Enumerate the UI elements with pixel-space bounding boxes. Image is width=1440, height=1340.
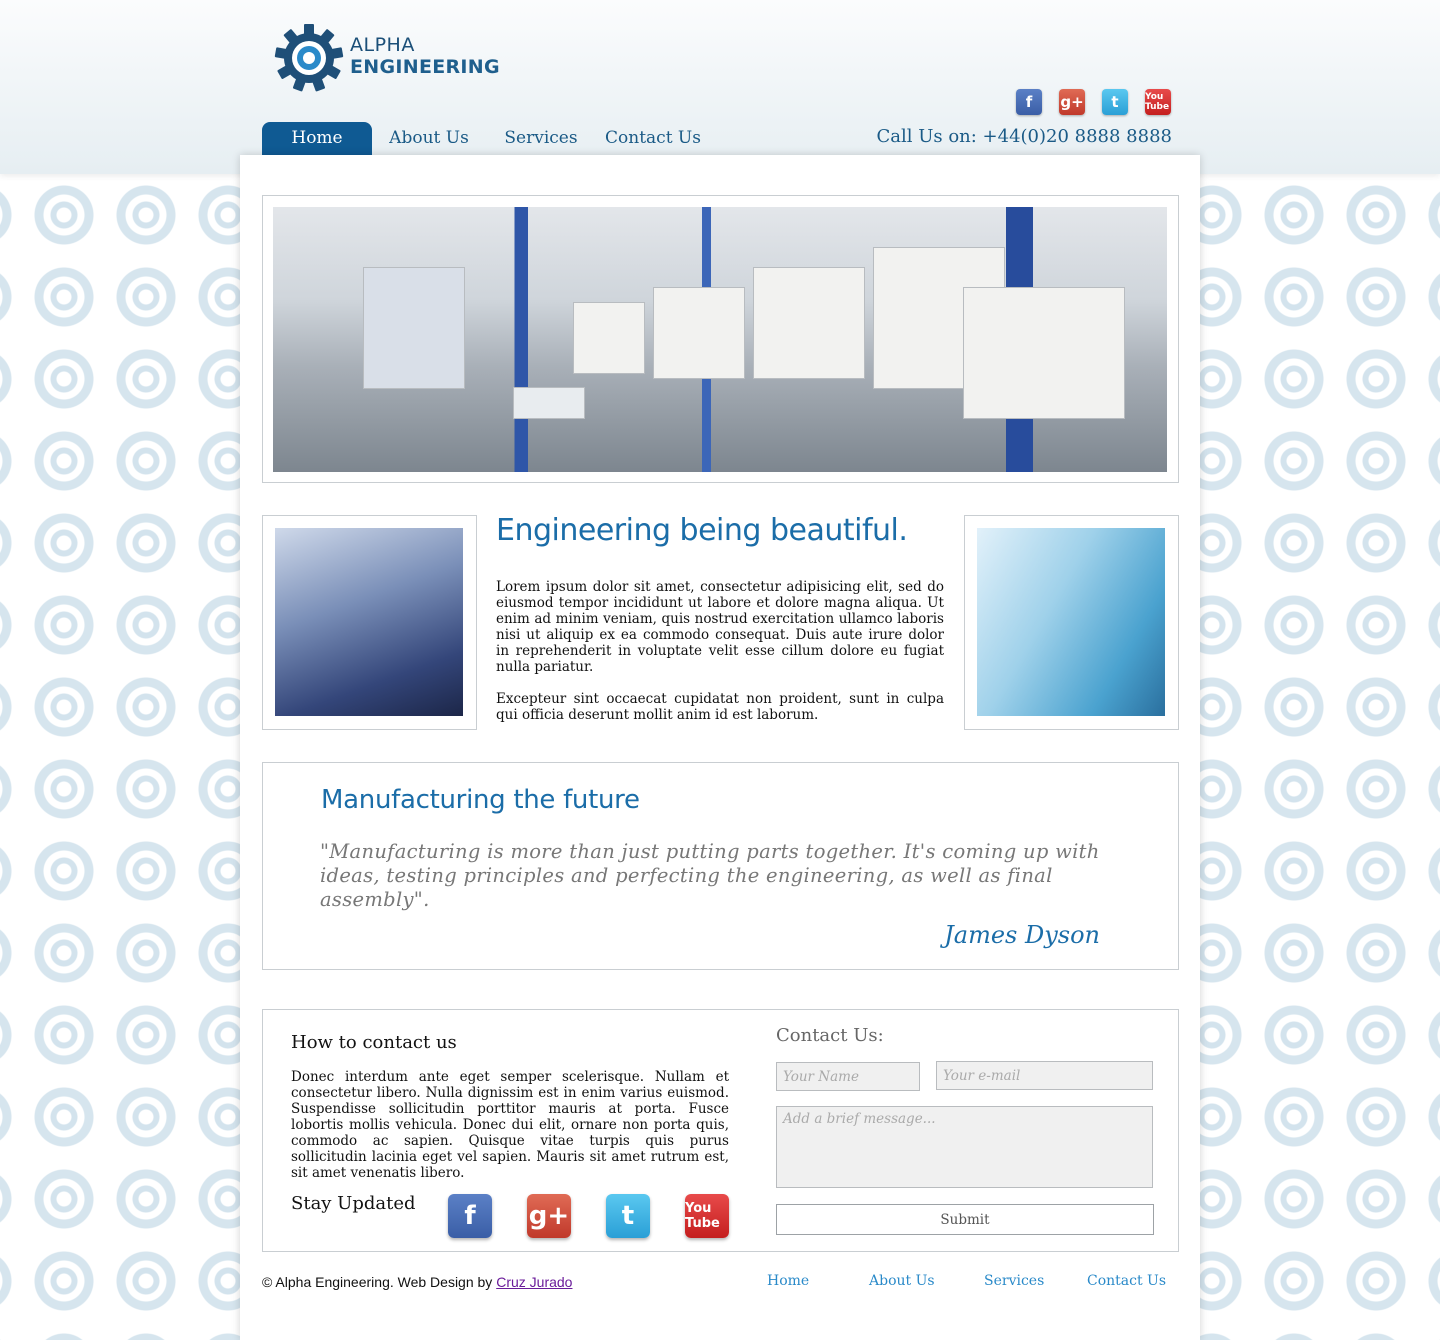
nav-home[interactable]: Home	[262, 122, 372, 155]
designer-link[interactable]: Cruz Jurado	[496, 1274, 572, 1290]
copyright-text: © Alpha Engineering. Web Design by	[262, 1274, 497, 1290]
facebook-icon[interactable]: f	[448, 1194, 492, 1238]
name-field[interactable]	[776, 1062, 920, 1091]
feature-paragraph-1: Lorem ipsum dolor sit amet, consectetur …	[496, 579, 944, 675]
email-field[interactable]	[936, 1061, 1153, 1090]
designer-image	[977, 528, 1165, 716]
twitter-icon[interactable]: t	[606, 1194, 650, 1238]
youtube-icon[interactable]: You Tube	[1145, 89, 1171, 115]
header-social-links: f g+ t You Tube	[1016, 89, 1171, 115]
brand-line2: ENGINEERING	[350, 56, 500, 78]
nav-contact-us[interactable]: Contact Us	[596, 122, 710, 155]
quote-text: "Manufacturing is more than just putting…	[320, 840, 1100, 911]
footer-nav-contact-us[interactable]: Contact Us	[1087, 1273, 1166, 1289]
header-band	[0, 0, 1440, 174]
message-field[interactable]	[776, 1106, 1153, 1188]
quote-section: Manufacturing the future "Manufacturing …	[262, 762, 1179, 970]
nav-services[interactable]: Services	[486, 122, 596, 155]
call-us-phone: Call Us on: +44(0)20 8888 8888	[876, 126, 1172, 147]
copyright: © Alpha Engineering. Web Design by Cruz …	[262, 1274, 572, 1290]
feature-title: Engineering being beautiful.	[496, 513, 908, 548]
contact-text: Donec interdum ante eget semper sceleris…	[291, 1069, 729, 1181]
stay-updated-label: Stay Updated	[291, 1193, 416, 1214]
twitter-icon[interactable]: t	[1102, 89, 1128, 115]
gear-logo-icon	[274, 24, 344, 92]
submit-button[interactable]: Submit	[776, 1204, 1154, 1235]
footer-social-links: f g+ t You Tube	[448, 1194, 729, 1238]
google-plus-icon[interactable]: g+	[1059, 89, 1085, 115]
footer-nav-services[interactable]: Services	[984, 1273, 1087, 1289]
footer-nav-home[interactable]: Home	[767, 1273, 869, 1289]
google-plus-icon[interactable]: g+	[527, 1194, 571, 1238]
brand-name: ALPHA ENGINEERING	[350, 36, 500, 77]
logo[interactable]: ALPHA ENGINEERING	[274, 22, 500, 94]
contact-heading: How to contact us	[291, 1032, 457, 1053]
contact-form-title: Contact Us:	[776, 1025, 884, 1046]
engineers-image	[275, 528, 463, 716]
feature-paragraph-2: Excepteur sint occaecat cupidatat non pr…	[496, 691, 944, 723]
engineers-thumbnail	[262, 515, 477, 730]
facebook-icon[interactable]: f	[1016, 89, 1042, 115]
main-nav: Home About Us Services Contact Us	[262, 122, 710, 155]
quote-author: James Dyson	[944, 921, 1100, 949]
footer-nav-about-us[interactable]: About Us	[869, 1273, 984, 1289]
main-content: Engineering being beautiful. Lorem ipsum…	[240, 155, 1200, 1340]
quote-title: Manufacturing the future	[321, 785, 640, 815]
nav-about-us[interactable]: About Us	[372, 122, 486, 155]
feature-text: Lorem ipsum dolor sit amet, consectetur …	[496, 579, 944, 739]
hero-banner	[262, 195, 1179, 483]
brand-line1: ALPHA	[350, 34, 415, 56]
contact-section: How to contact us Donec interdum ante eg…	[262, 1009, 1179, 1252]
footer-nav: Home About Us Services Contact Us	[767, 1273, 1166, 1289]
designer-thumbnail	[964, 515, 1179, 730]
factory-floor-image	[273, 207, 1167, 472]
youtube-icon[interactable]: You Tube	[685, 1194, 729, 1238]
